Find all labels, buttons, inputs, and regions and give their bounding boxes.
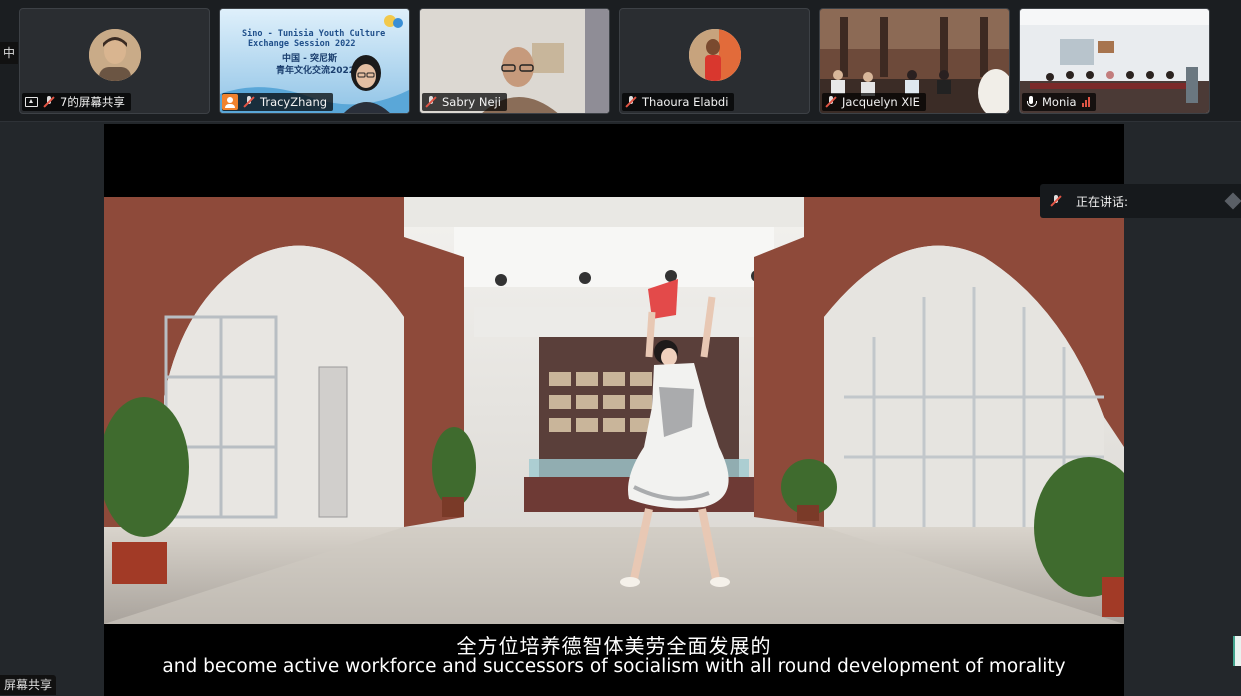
host-icon xyxy=(222,94,238,110)
screen-share-icon xyxy=(25,97,38,107)
participant-tile[interactable]: Jacquelyn XIE xyxy=(819,8,1010,114)
participant-tile[interactable]: Sabry Neji xyxy=(419,8,610,114)
participant-tile[interactable]: Thaoura Elabdi xyxy=(619,8,810,114)
mic-muted-icon xyxy=(825,96,837,108)
mic-muted-icon xyxy=(625,96,637,108)
participant-video xyxy=(344,55,390,113)
subtitles: 全方位培养德智体美劳全面发展的 and become active workfo… xyxy=(104,624,1124,696)
mic-muted-icon xyxy=(243,96,255,108)
mic-muted-icon xyxy=(43,96,55,108)
participant-strip: 7的屏幕共享 Sino - Tunisia Youth Culture Exch… xyxy=(0,0,1241,122)
mic-icon xyxy=(1025,96,1037,108)
mic-muted-icon xyxy=(1050,195,1062,207)
avatar xyxy=(88,29,141,81)
speaking-indicator[interactable]: 正在讲话: xyxy=(1040,184,1241,218)
participant-name-tag: Thaoura Elabdi xyxy=(622,93,735,111)
mic-muted-icon xyxy=(425,96,437,108)
participant-name-tag: Jacquelyn XIE xyxy=(822,93,926,111)
participant-name-tag: TracyZhang xyxy=(222,93,334,111)
participant-tile[interactable]: Monia xyxy=(1019,8,1210,114)
participant-tile[interactable]: Sino - Tunisia Youth Culture Exchange Se… xyxy=(219,8,410,114)
subtitle-chinese: 全方位培养德智体美劳全面发展的 xyxy=(456,634,772,658)
video-frame xyxy=(104,197,1124,624)
dance-scene-image xyxy=(104,197,1124,624)
shared-screen-view[interactable]: 全方位培养德智体美劳全面发展的 and become active workfo… xyxy=(104,124,1124,696)
participant-tile[interactable]: 7的屏幕共享 xyxy=(19,8,210,114)
participant-name-tag: 7的屏幕共享 xyxy=(22,93,131,111)
side-panel-icon[interactable] xyxy=(1233,636,1241,666)
subtitle-english: and become active workforce and successo… xyxy=(162,656,1066,677)
left-cutoff-label: 中 xyxy=(0,42,18,64)
slide-title: Sino - Tunisia Youth Culture Exchange Se… xyxy=(242,29,386,49)
participant-name-tag: Monia xyxy=(1022,93,1096,111)
meeting-window: 7的屏幕共享 Sino - Tunisia Youth Culture Exch… xyxy=(0,0,1241,696)
screen-share-label: 屏幕共享 xyxy=(0,675,57,695)
avatar xyxy=(688,29,741,81)
signal-icon xyxy=(1081,97,1090,107)
participant-name-tag: Sabry Neji xyxy=(422,93,507,111)
